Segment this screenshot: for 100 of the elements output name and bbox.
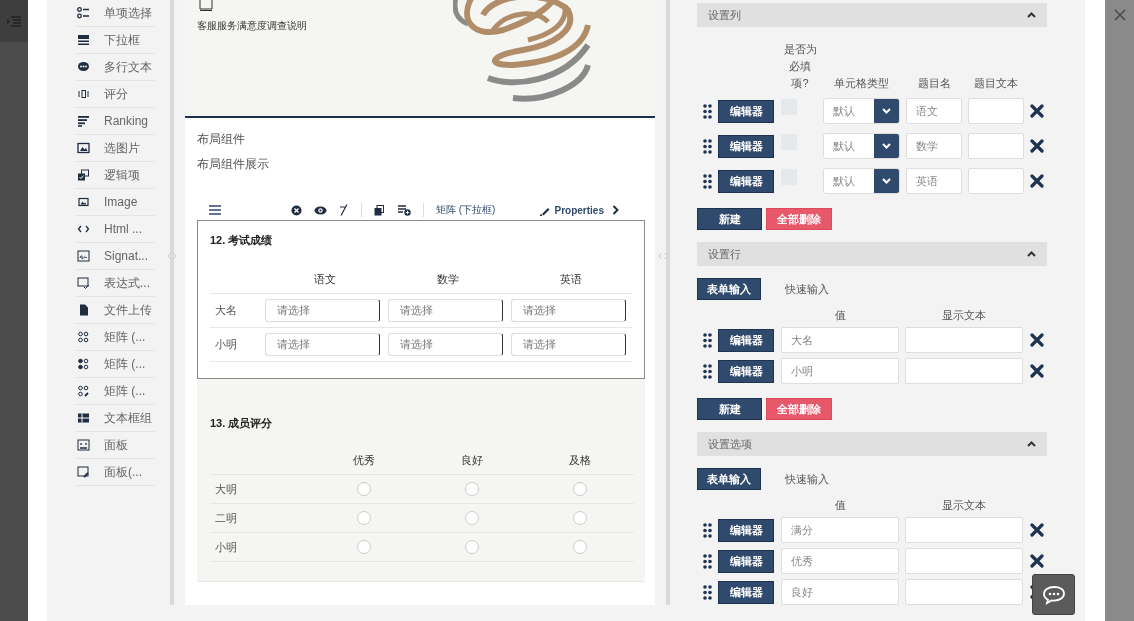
copy-icon[interactable] xyxy=(374,204,384,216)
editor-button[interactable]: 编辑器 xyxy=(718,99,774,123)
cell-type-select[interactable]: 默认 xyxy=(823,133,900,159)
toolbox-item[interactable]: Html ... xyxy=(75,216,155,243)
editor-button[interactable]: 编辑器 xyxy=(718,359,774,383)
value-field[interactable]: 良好 xyxy=(781,579,899,605)
editor-button[interactable]: 编辑器 xyxy=(718,134,774,158)
drag-handle-icon[interactable] xyxy=(703,522,712,538)
radio-button[interactable] xyxy=(573,540,587,554)
editor-button[interactable]: 编辑器 xyxy=(718,169,774,193)
delete-icon[interactable] xyxy=(1030,139,1044,153)
question-panel[interactable]: 12. 考试成绩 语文 数学 英语 大名 请选择 请选择 请选择 小明 请选择 请选择 请选择 xyxy=(197,220,645,379)
text-field[interactable] xyxy=(968,168,1024,194)
tab[interactable]: 快速输入 xyxy=(776,468,838,490)
cell-type-select[interactable]: 默认 xyxy=(823,98,900,124)
radio-button[interactable] xyxy=(573,511,587,525)
radio-button[interactable] xyxy=(465,540,479,554)
select-field[interactable]: 请选择 xyxy=(265,333,380,356)
required-toggle-icon[interactable] xyxy=(339,204,349,216)
text-field[interactable] xyxy=(968,133,1024,159)
drag-handle-icon[interactable] xyxy=(703,138,712,154)
name-field[interactable]: 数学 xyxy=(906,133,962,159)
close-circle-icon[interactable] xyxy=(291,204,302,216)
select-field[interactable]: 请选择 xyxy=(388,299,503,322)
editor-button[interactable]: 编辑器 xyxy=(718,580,774,604)
toolbox-item[interactable]: 矩阵 (... xyxy=(75,378,155,405)
select-field[interactable]: 请选择 xyxy=(388,333,503,356)
radio-button[interactable] xyxy=(357,511,371,525)
radio-button[interactable] xyxy=(465,482,479,496)
toolbox-item[interactable]: 选图片 xyxy=(75,135,155,162)
close-icon[interactable] xyxy=(1113,9,1126,21)
toolbox-item[interactable]: 文本框组 xyxy=(75,405,155,432)
delete-icon[interactable] xyxy=(1030,333,1044,347)
collapse-icon[interactable] xyxy=(1027,12,1036,18)
toolbox-item[interactable]: Ranking xyxy=(75,108,155,135)
toolbox-item[interactable]: 文件上传 xyxy=(75,297,155,324)
toolbox-item[interactable]: 下拉框 xyxy=(75,27,155,54)
eye-icon[interactable] xyxy=(314,205,327,215)
chat-button[interactable] xyxy=(1032,574,1075,615)
drag-handle-icon[interactable] xyxy=(703,173,712,189)
tab[interactable]: 表单输入 xyxy=(697,468,761,490)
delete-all-button[interactable]: 全部删除 xyxy=(766,398,832,420)
toolbox-item[interactable]: Image xyxy=(75,189,155,216)
text-field[interactable] xyxy=(905,548,1023,574)
radio-button[interactable] xyxy=(357,540,371,554)
toolbox-item[interactable]: 面板 xyxy=(75,432,155,459)
toolbox-item[interactable]: 矩阵 (... xyxy=(75,351,155,378)
toolbox-item[interactable]: 多行文本 xyxy=(75,54,155,81)
name-field[interactable]: 语文 xyxy=(906,98,962,124)
radio-button[interactable] xyxy=(465,511,479,525)
text-field[interactable] xyxy=(905,327,1023,353)
value-field[interactable]: 优秀 xyxy=(781,548,899,574)
text-field[interactable] xyxy=(968,98,1024,124)
toolbox-item[interactable]: 逻辑项 xyxy=(75,162,155,189)
drag-handle-icon[interactable] xyxy=(703,584,712,600)
value-field[interactable]: 满分 xyxy=(781,517,899,543)
collapse-icon[interactable] xyxy=(1027,251,1036,257)
delete-icon[interactable] xyxy=(1030,104,1044,118)
section-header[interactable]: 设置选项 xyxy=(697,432,1047,456)
drag-handle-icon[interactable] xyxy=(703,553,712,569)
collapse-icon[interactable] xyxy=(1027,441,1036,447)
delete-icon[interactable] xyxy=(1030,174,1044,188)
text-field[interactable] xyxy=(905,579,1023,605)
drag-handle-icon[interactable] xyxy=(703,103,712,119)
value-field[interactable]: 大名 xyxy=(781,327,899,353)
drag-handle-icon[interactable] xyxy=(703,363,712,379)
radio-button[interactable] xyxy=(357,482,371,496)
select-field[interactable]: 请选择 xyxy=(511,333,626,356)
add-button[interactable]: 新建 xyxy=(697,398,762,420)
section-header[interactable]: 设置列 xyxy=(697,3,1047,27)
menu-icon[interactable] xyxy=(209,205,221,215)
toolbox-item[interactable]: 面板(... xyxy=(75,459,155,486)
radio-button[interactable] xyxy=(573,482,587,496)
section-header[interactable]: 设置行 xyxy=(697,242,1047,266)
drag-handle-icon[interactable] xyxy=(703,332,712,348)
editor-button[interactable]: 编辑器 xyxy=(718,328,774,352)
editor-button[interactable]: 编辑器 xyxy=(718,518,774,542)
select-field[interactable]: 请选择 xyxy=(265,299,380,322)
tab[interactable]: 表单输入 xyxy=(697,278,761,300)
toolbox-item[interactable]: 单项选择 xyxy=(75,0,155,27)
delete-icon[interactable] xyxy=(1030,554,1044,568)
question-panel[interactable]: 13. 成员评分 优秀 良好 及格 大明 二明 小明 xyxy=(197,379,645,582)
tab[interactable]: 快速输入 xyxy=(776,278,838,300)
delete-icon[interactable] xyxy=(1030,523,1044,537)
toolbox-item[interactable]: Signat... xyxy=(75,243,155,270)
cell-type-select[interactable]: 默认 xyxy=(823,168,900,194)
name-field[interactable]: 英语 xyxy=(906,168,962,194)
toolbox-item[interactable]: 矩阵 (... xyxy=(75,324,155,351)
delete-icon[interactable] xyxy=(1030,364,1044,378)
add-to-toolbox-icon[interactable] xyxy=(398,204,411,216)
text-field[interactable] xyxy=(905,517,1023,543)
value-field[interactable]: 小明 xyxy=(781,358,899,384)
properties-link[interactable]: Properties xyxy=(539,204,619,216)
toolbox-item[interactable]: 表达式... xyxy=(75,270,155,297)
select-field[interactable]: 请选择 xyxy=(511,299,626,322)
toolbox-item[interactable]: 评分 xyxy=(75,81,155,108)
editor-button[interactable]: 编辑器 xyxy=(718,549,774,573)
delete-all-button[interactable]: 全部删除 xyxy=(766,208,832,230)
add-button[interactable]: 新建 xyxy=(697,208,762,230)
text-field[interactable] xyxy=(905,358,1023,384)
